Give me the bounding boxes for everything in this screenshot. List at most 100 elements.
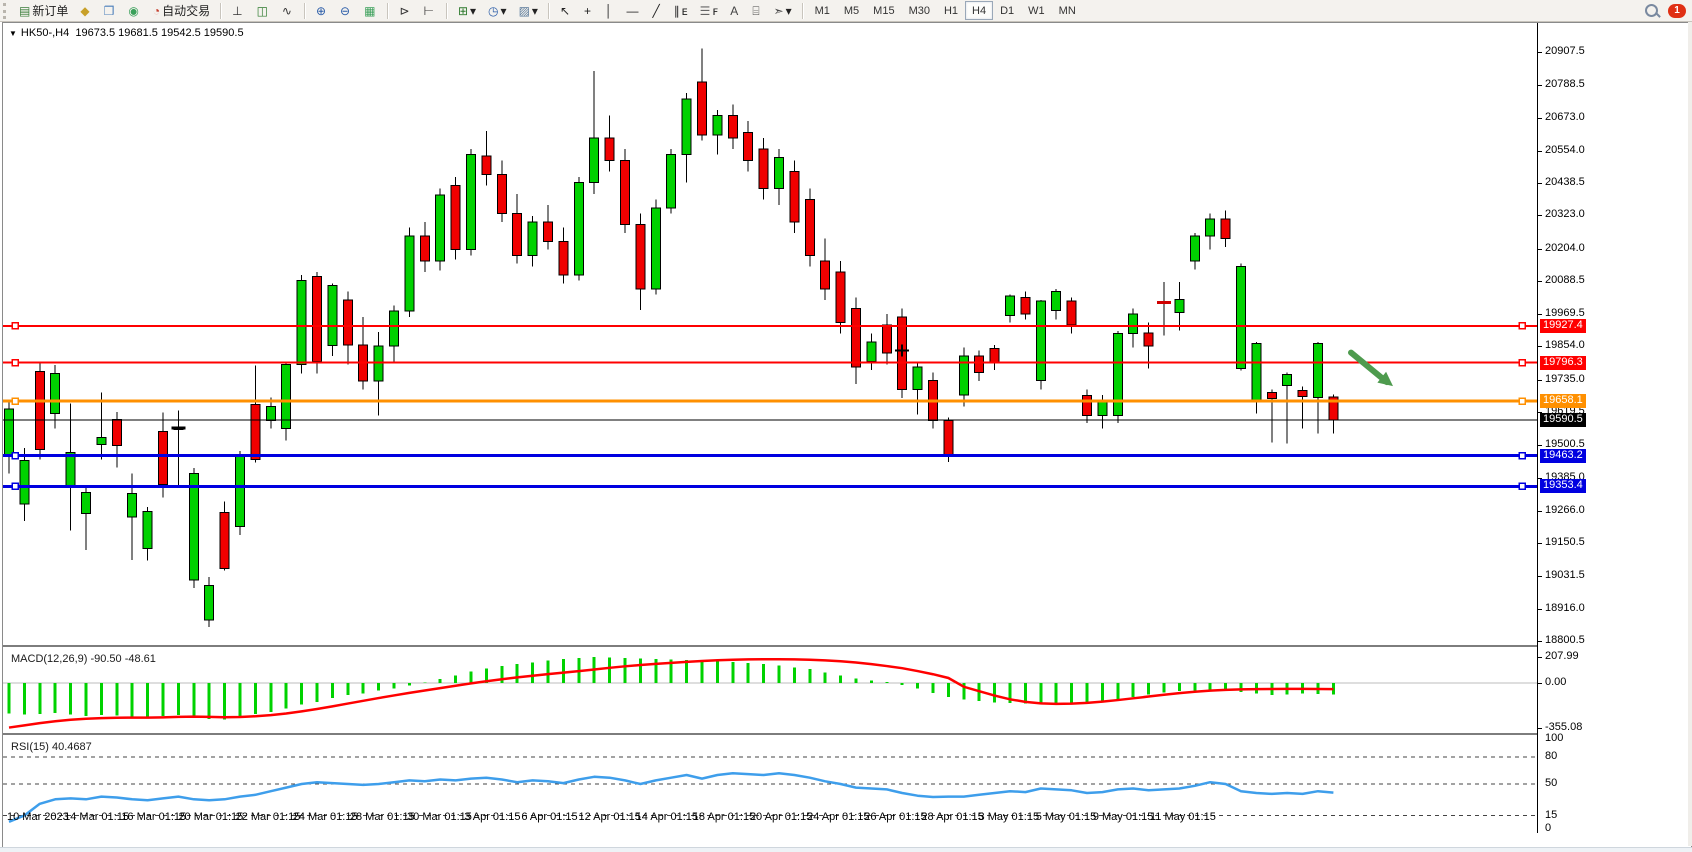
vertical-line-tool-button[interactable]: │ [600,0,620,21]
collapse-caret-icon[interactable]: ▼ [9,29,17,38]
price-tick-label: 20438.5 [1545,176,1585,188]
candle [1252,342,1261,414]
hline-handle[interactable] [1519,398,1525,404]
navigator-button[interactable]: ❒ [99,0,122,21]
fibonacci-tool-icon: ☰ [700,5,711,17]
macd-axis-label: -355.08 [1545,721,1582,733]
tile-windows-button[interactable]: ▦ [359,0,382,21]
macd-axis-label: 0.00 [1545,676,1566,688]
hline-handle[interactable] [1519,360,1525,366]
macd-panel-canvas[interactable] [3,649,1537,732]
down-arrow-annotation[interactable] [1351,353,1393,387]
candle [1129,308,1138,347]
candle [482,131,491,186]
price-tick [1537,380,1542,381]
timeframe-button-m30[interactable]: M30 [902,1,937,20]
timeframe-button-m15[interactable]: M15 [866,1,901,20]
zoom-in-button[interactable]: ⊕ [311,0,333,21]
price-tick [1537,249,1542,250]
price-level-badge: 19658.1 [1540,394,1586,408]
fibonacci-tool-button[interactable]: ☰ꜰ [695,0,724,21]
candle [559,227,568,283]
text-tool-button[interactable]: A [725,0,745,21]
time-axis-label: 30 Mar 01:15 [407,811,472,823]
hline-handle[interactable] [1519,323,1525,329]
channel-tool-icon: ∥ [674,5,680,17]
templates-button[interactable]: ▨▾ [514,0,543,21]
timeframe-button-m1[interactable]: M1 [808,1,837,20]
timeframe-button-h4[interactable]: H4 [965,1,993,20]
toolbar-separator [802,3,804,19]
market-watch-button[interactable]: ◆ [75,0,96,21]
timeframe-button-mn[interactable]: MN [1052,1,1083,20]
price-tick [1537,314,1542,315]
panel-divider-2[interactable] [3,733,1537,735]
auto-scroll-button[interactable]: ⊳ [394,0,416,21]
channel-tool-button[interactable]: ∥ᴇ [669,0,693,21]
price-level-badge: 19353.4 [1540,479,1586,493]
timeframe-button-m5[interactable]: M5 [837,1,866,20]
indicators-button[interactable]: ⊞▾ [453,0,481,21]
hline-handle[interactable] [12,483,18,489]
timeframe-button-d1[interactable]: D1 [993,1,1021,20]
autotrading-icon: ◔ [153,5,160,17]
candle [220,501,229,570]
candle [390,306,399,362]
price-tick-label: 20088.5 [1545,274,1585,286]
hline-handle[interactable] [12,323,18,329]
price-tick-label: 20673.0 [1545,111,1585,123]
candlestick-chart-button[interactable]: ◫ [252,0,275,21]
candle [1283,373,1292,444]
candle [1083,389,1092,423]
cursor-tool-button[interactable]: ↖ [555,0,577,21]
trendline-tool-icon: ╱ [653,5,660,17]
signals-button[interactable]: ◉ [123,0,145,21]
main-toolbar: ▤新订单◆❒◉◔自动交易 ⊥ ◫∿ ⊕⊖▦ ⊳ ⊢ ⊞▾◷▾▨▾ ↖+│— ╱ ∥ᴇ☰ꜰA⌸➣▾ M… [0,0,1692,22]
indicators-icon: ⊞ [458,5,468,17]
autotrading-button[interactable]: ◔自动交易 [148,0,215,21]
new-order-button[interactable]: ▤新订单 [14,0,73,21]
periods-button[interactable]: ◷▾ [483,0,512,21]
notification-badge[interactable]: 1 [1668,4,1686,18]
hline-handle[interactable] [1519,453,1525,459]
candle [1160,282,1169,336]
search-icon[interactable] [1645,4,1658,17]
time-axis-label: 10 Mar 2023 [7,811,69,823]
hline-handle[interactable] [12,360,18,366]
candle [451,177,460,259]
bar-chart-button[interactable]: ⊥ [227,0,249,21]
candle [836,261,845,334]
bar-chart-icon: ⊥ [232,5,242,17]
candle [713,110,722,155]
auto-scroll-icon: ⊳ [399,5,409,17]
candle [436,188,445,270]
hline-handle[interactable] [12,453,18,459]
toolbar-grip [3,3,10,19]
arrows-tool-button[interactable]: ➣▾ [769,0,797,21]
line-chart-button[interactable]: ∿ [277,0,299,21]
candle [1267,389,1276,442]
candle [513,194,522,264]
rsi-axis-label: 80 [1545,750,1557,762]
window-right-edge [1688,22,1692,846]
horizontal-line-tool-button[interactable]: — [622,0,646,21]
hline-handle[interactable] [12,398,18,404]
price-chart-canvas[interactable] [3,23,1537,644]
time-axis-label: 16 Mar 01:15 [121,811,186,823]
hline-handle[interactable] [1519,483,1525,489]
price-tick-label: 20554.0 [1545,144,1585,156]
candle [359,317,368,390]
panel-divider-1[interactable] [3,645,1537,647]
trendline-tool-button[interactable]: ╱ [648,0,667,21]
chart-shift-button[interactable]: ⊢ [419,0,441,21]
candle [35,362,44,460]
candle [174,410,183,487]
timeframe-button-w1[interactable]: W1 [1021,1,1052,20]
crosshair-tool-button[interactable]: + [579,0,598,21]
price-tick [1537,52,1542,53]
zoom-out-button[interactable]: ⊖ [335,0,357,21]
candle [698,49,707,141]
rsi-label: RSI(15) 40.4687 [11,741,92,753]
timeframe-button-h1[interactable]: H1 [937,1,965,20]
text-label-tool-button[interactable]: ⌸ [747,0,766,21]
